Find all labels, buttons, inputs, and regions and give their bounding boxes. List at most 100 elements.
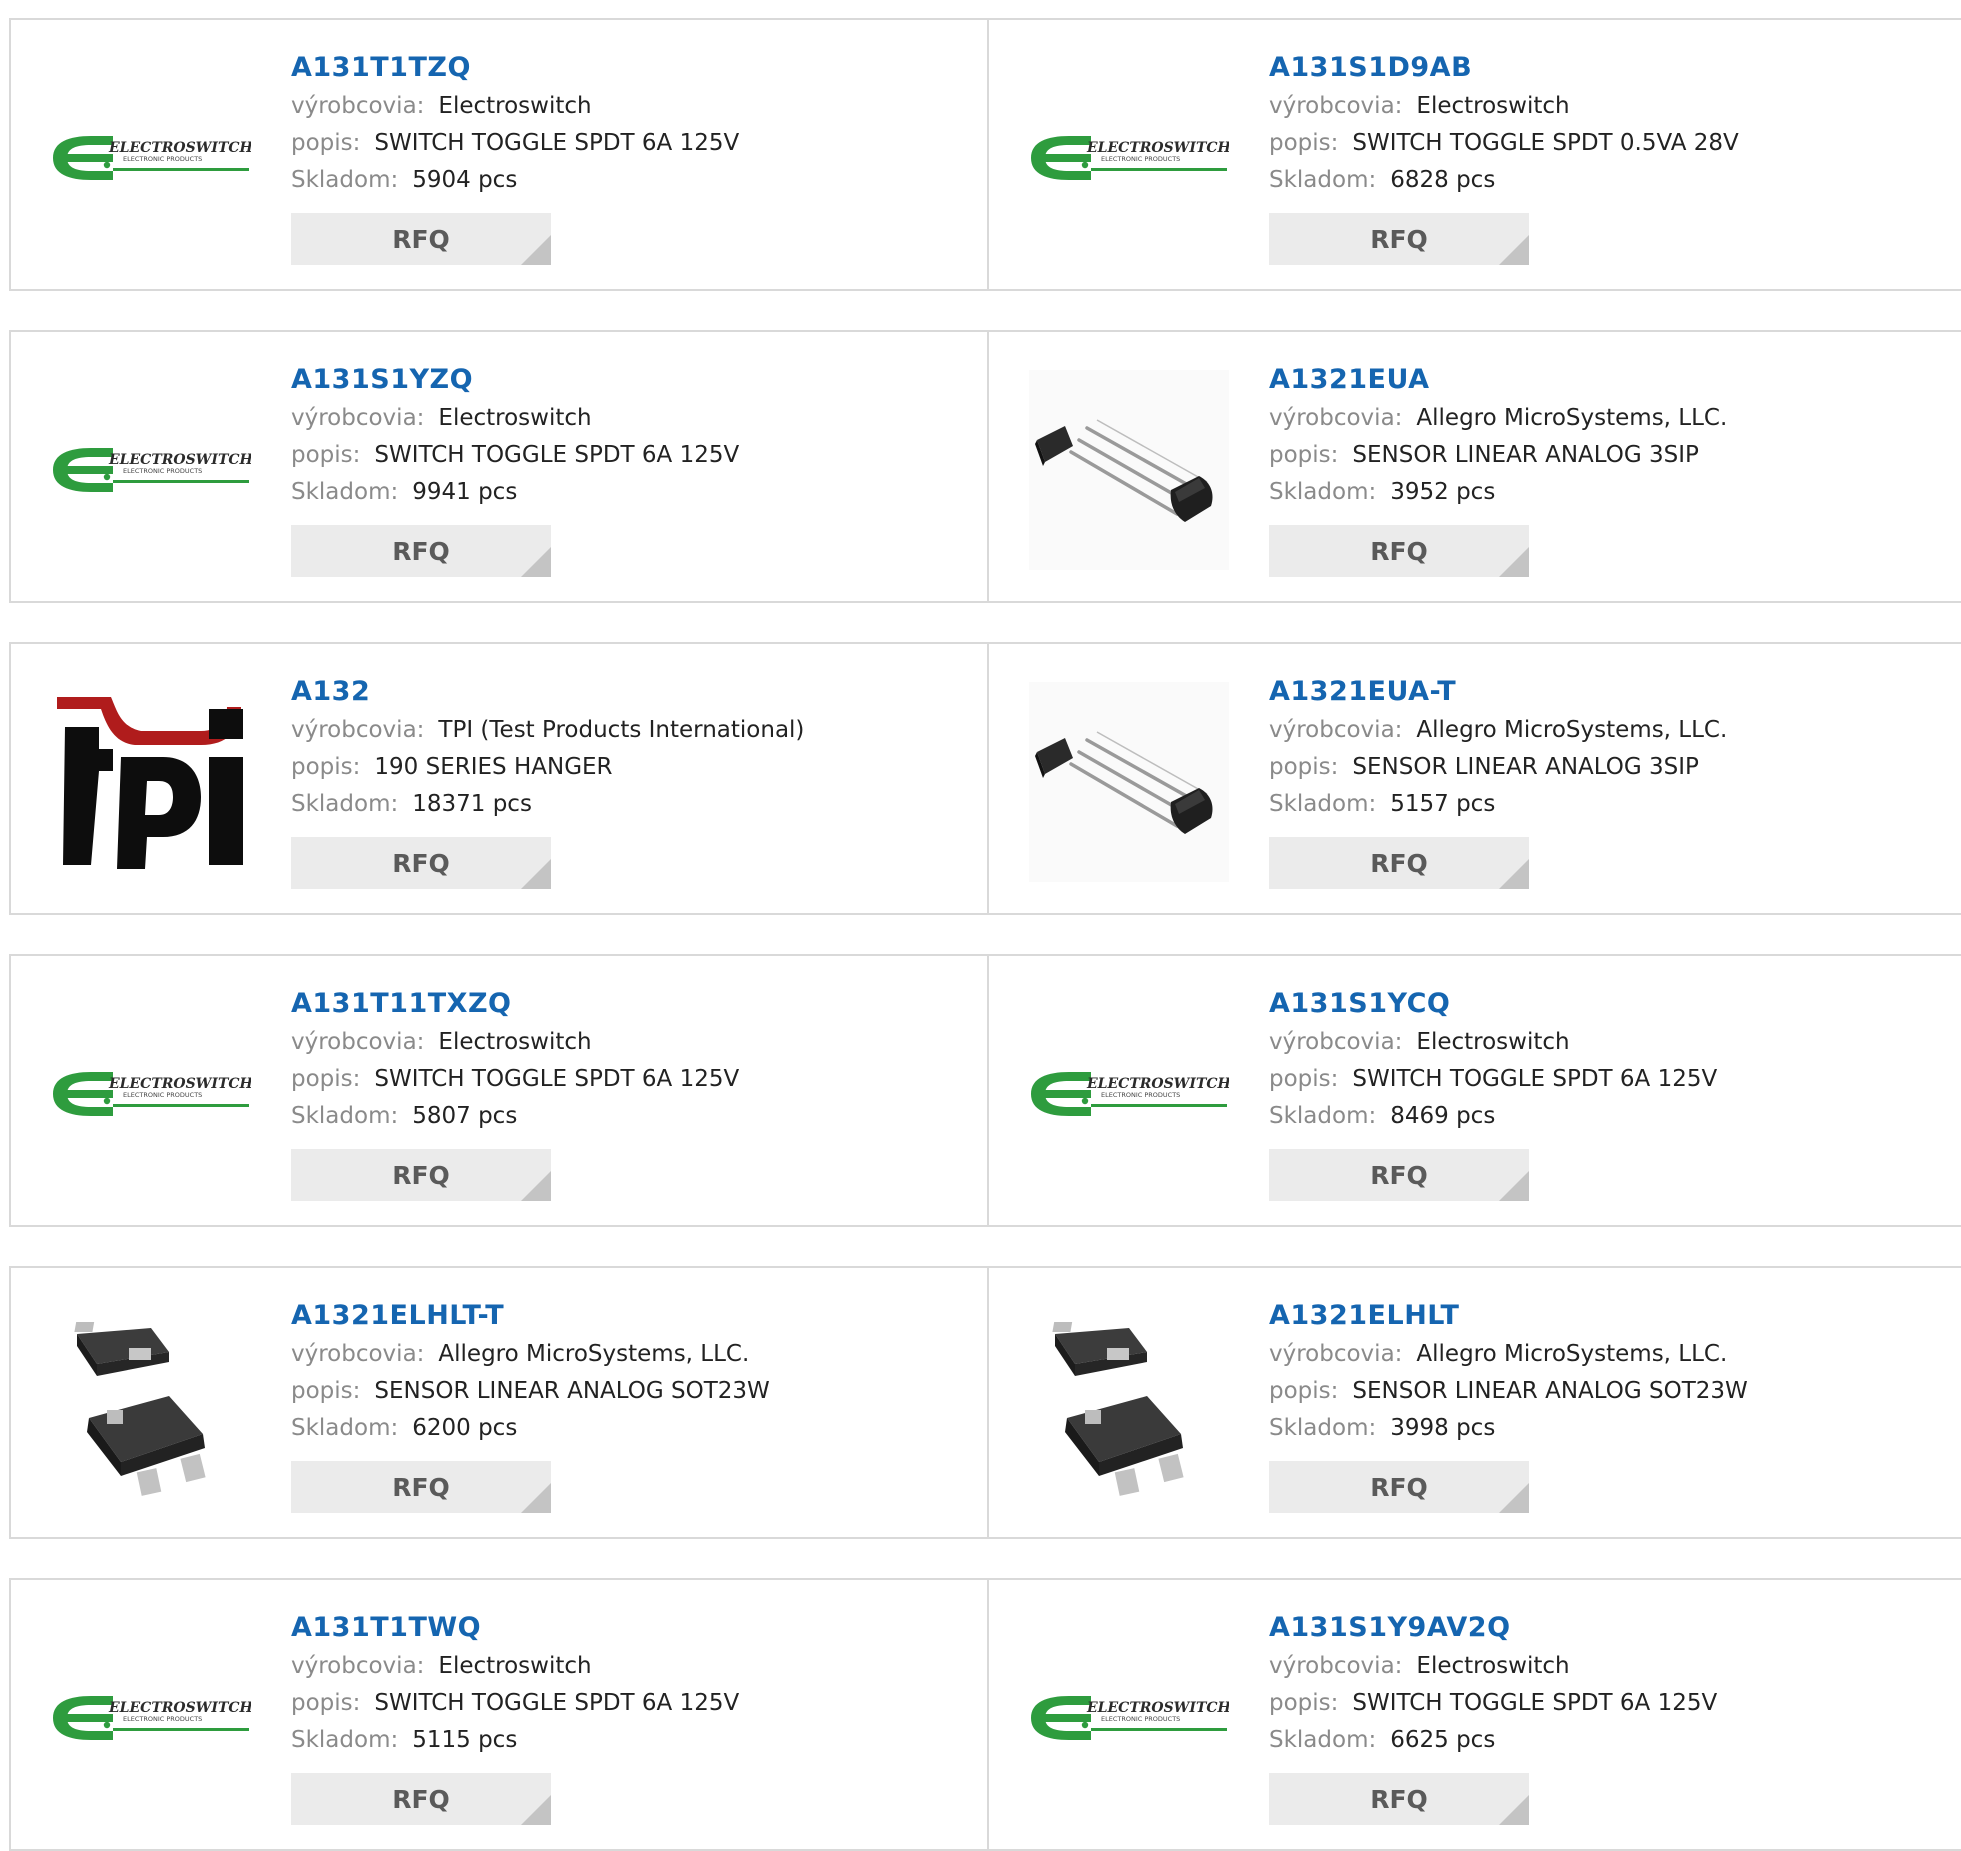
electroswitch-logo[interactable]: ELECTROSWITCH ELECTRONIC PRODUCTS — [51, 1618, 251, 1818]
part-number-link[interactable]: A131T11TXZQ — [291, 984, 951, 1024]
rfq-button[interactable]: RFQ — [291, 1461, 551, 1513]
electroswitch-logo[interactable]: ELECTROSWITCH ELECTRONIC PRODUCTS — [51, 370, 251, 570]
description-label: popis: — [1269, 754, 1339, 780]
sot23w-package-image[interactable] — [51, 1306, 251, 1506]
description-value: SENSOR LINEAR ANALOG 3SIP — [1352, 442, 1699, 468]
description-value: 190 SERIES HANGER — [374, 754, 613, 780]
electroswitch-logo[interactable]: ELECTROSWITCH ELECTRONIC PRODUCTS — [1029, 58, 1229, 258]
rfq-button[interactable]: RFQ — [1269, 1461, 1529, 1513]
manufacturer-label: výrobcovia: — [291, 405, 425, 431]
description-line: popis: SENSOR LINEAR ANALOG SOT23W — [291, 1373, 951, 1410]
part-number-link[interactable]: A131S1YZQ — [291, 360, 951, 400]
description-line: popis: SWITCH TOGGLE SPDT 6A 125V — [291, 125, 951, 162]
product-info: A131S1D9AB výrobcovia: Electroswitch popi… — [1269, 48, 1929, 265]
stock-value: 6625 pcs — [1390, 1727, 1496, 1753]
product-grid: ELECTROSWITCH ELECTRONIC PRODUCTS A131T1… — [0, 0, 1961, 1851]
manufacturer-label: výrobcovia: — [291, 1341, 425, 1367]
manufacturer-value: Allegro MicroSystems, LLC. — [1416, 405, 1728, 431]
svg-text:ELECTROSWITCH: ELECTROSWITCH — [1086, 1700, 1229, 1716]
part-number-link[interactable]: A1321EUA — [1269, 360, 1929, 400]
manufacturer-line: výrobcovia: Electroswitch — [291, 88, 951, 125]
stock-label: Skladom: — [1269, 479, 1377, 505]
stock-label: Skladom: — [1269, 167, 1377, 193]
rfq-button[interactable]: RFQ — [291, 837, 551, 889]
product-row: ELECTROSWITCH ELECTRONIC PRODUCTS A131T1… — [9, 1578, 1961, 1851]
manufacturer-line: výrobcovia: Electroswitch — [1269, 88, 1929, 125]
electroswitch-logo[interactable]: ELECTROSWITCH ELECTRONIC PRODUCTS — [1029, 994, 1229, 1194]
description-label: popis: — [1269, 1690, 1339, 1716]
description-line: popis: SWITCH TOGGLE SPDT 6A 125V — [1269, 1061, 1929, 1098]
corner-triangle-icon — [521, 1483, 551, 1513]
part-number-link[interactable]: A131S1D9AB — [1269, 48, 1929, 88]
rfq-button[interactable]: RFQ — [1269, 1773, 1529, 1825]
manufacturer-line: výrobcovia: Allegro MicroSystems, LLC. — [291, 1336, 951, 1373]
rfq-button[interactable]: RFQ — [291, 1773, 551, 1825]
description-line: popis: SWITCH TOGGLE SPDT 6A 125V — [291, 437, 951, 474]
stock-value: 5904 pcs — [412, 167, 518, 193]
electroswitch-logo[interactable]: ELECTROSWITCH ELECTRONIC PRODUCTS — [51, 994, 251, 1194]
part-number-link[interactable]: A132 — [291, 672, 951, 712]
product-info: A131S1YCQ výrobcovia: Electroswitch popis… — [1269, 984, 1929, 1201]
part-number-link[interactable]: A131S1Y9AV2Q — [1269, 1608, 1929, 1648]
corner-triangle-icon — [1499, 1483, 1529, 1513]
electroswitch-logo[interactable]: ELECTROSWITCH ELECTRONIC PRODUCTS — [51, 58, 251, 258]
description-label: popis: — [291, 1690, 361, 1716]
part-number-link[interactable]: A131S1YCQ — [1269, 984, 1929, 1024]
part-number-link[interactable]: A1321ELHLT — [1269, 1296, 1929, 1336]
manufacturer-value: Electroswitch — [438, 1653, 592, 1679]
product-info: A1321EUA výrobcovia: Allegro MicroSystems… — [1269, 360, 1929, 577]
description-value: SWITCH TOGGLE SPDT 6A 125V — [374, 1066, 740, 1092]
tpi-logo[interactable] — [51, 682, 251, 882]
product-card: ELECTROSWITCH ELECTRONIC PRODUCTS A131T1… — [11, 956, 989, 1225]
description-value: SENSOR LINEAR ANALOG 3SIP — [1352, 754, 1699, 780]
sip3-package-image[interactable] — [1029, 682, 1229, 882]
stock-line: Skladom: 5157 pcs — [1269, 786, 1929, 823]
part-number-link[interactable]: A1321EUA-T — [1269, 672, 1929, 712]
part-number-link[interactable]: A131T1TWQ — [291, 1608, 951, 1648]
stock-line: Skladom: 6828 pcs — [1269, 162, 1929, 199]
rfq-label: RFQ — [392, 1784, 450, 1814]
manufacturer-value: Allegro MicroSystems, LLC. — [1416, 1341, 1728, 1367]
manufacturer-label: výrobcovia: — [1269, 405, 1403, 431]
manufacturer-value: Electroswitch — [438, 405, 592, 431]
rfq-label: RFQ — [392, 848, 450, 878]
rfq-button[interactable]: RFQ — [291, 213, 551, 265]
electroswitch-logo[interactable]: ELECTROSWITCH ELECTRONIC PRODUCTS — [1029, 1618, 1229, 1818]
rfq-button[interactable]: RFQ — [291, 525, 551, 577]
stock-label: Skladom: — [1269, 791, 1377, 817]
part-number-link[interactable]: A1321ELHLT-T — [291, 1296, 951, 1336]
stock-value: 6828 pcs — [1390, 167, 1496, 193]
stock-line: Skladom: 6625 pcs — [1269, 1722, 1929, 1759]
product-row: A132 výrobcovia: TPI (Test Products Inter… — [9, 642, 1961, 915]
description-line: popis: SWITCH TOGGLE SPDT 0.5VA 28V — [1269, 125, 1929, 162]
product-card: A132 výrobcovia: TPI (Test Products Inter… — [11, 644, 989, 913]
sot23w-package-image[interactable] — [1029, 1306, 1229, 1506]
product-info: A1321ELHLT výrobcovia: Allegro MicroSyste… — [1269, 1296, 1929, 1513]
product-info: A131S1Y9AV2Q výrobcovia: Electroswitch po… — [1269, 1608, 1929, 1825]
stock-label: Skladom: — [291, 791, 399, 817]
rfq-button[interactable]: RFQ — [291, 1149, 551, 1201]
product-info: A131S1YZQ výrobcovia: Electroswitch popis… — [291, 360, 951, 577]
description-label: popis: — [291, 130, 361, 156]
svg-text:ELECTROSWITCH: ELECTROSWITCH — [108, 452, 251, 468]
description-line: popis: SENSOR LINEAR ANALOG 3SIP — [1269, 749, 1929, 786]
description-label: popis: — [1269, 130, 1339, 156]
rfq-button[interactable]: RFQ — [1269, 837, 1529, 889]
rfq-button[interactable]: RFQ — [1269, 1149, 1529, 1201]
part-number-link[interactable]: A131T1TZQ — [291, 48, 951, 88]
corner-triangle-icon — [1499, 1795, 1529, 1825]
rfq-button[interactable]: RFQ — [1269, 213, 1529, 265]
stock-label: Skladom: — [291, 1415, 399, 1441]
manufacturer-label: výrobcovia: — [1269, 93, 1403, 119]
manufacturer-value: Electroswitch — [438, 1029, 592, 1055]
stock-line: Skladom: 3952 pcs — [1269, 474, 1929, 511]
description-label: popis: — [1269, 1378, 1339, 1404]
product-card: ELECTROSWITCH ELECTRONIC PRODUCTS A131T1… — [11, 20, 989, 289]
rfq-button[interactable]: RFQ — [1269, 525, 1529, 577]
product-info: A1321ELHLT-T výrobcovia: Allegro MicroSys… — [291, 1296, 951, 1513]
stock-line: Skladom: 3998 pcs — [1269, 1410, 1929, 1447]
sip3-package-image[interactable] — [1029, 370, 1229, 570]
stock-line: Skladom: 5807 pcs — [291, 1098, 951, 1135]
product-row: ELECTROSWITCH ELECTRONIC PRODUCTS A131T1… — [9, 18, 1961, 291]
stock-label: Skladom: — [291, 1103, 399, 1129]
